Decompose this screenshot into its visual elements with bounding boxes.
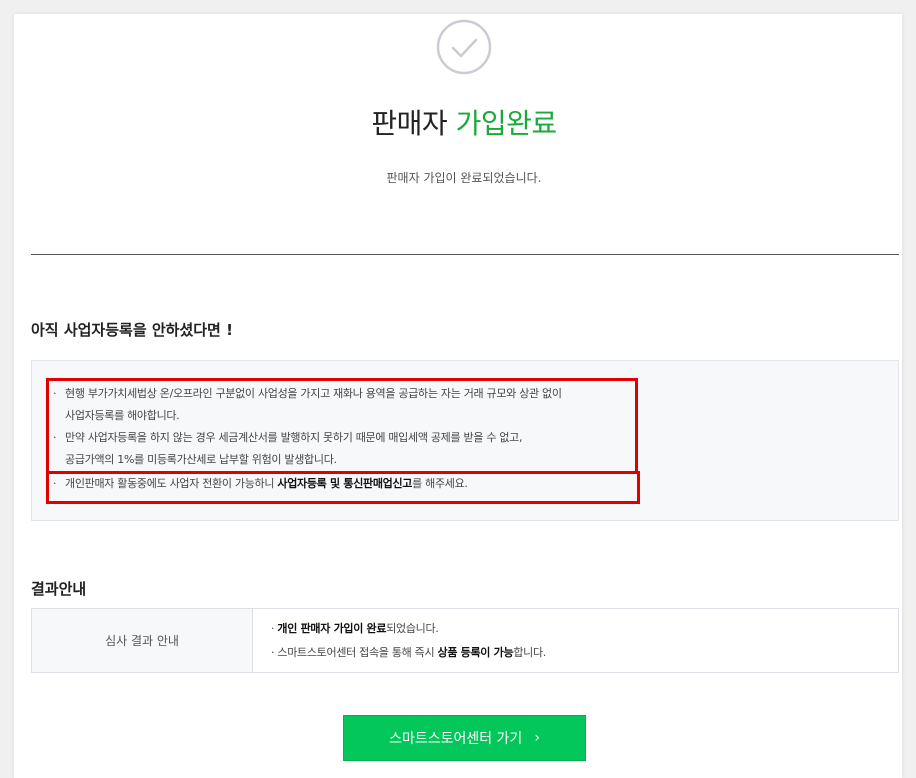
result-emphasis: 개인 판매자 가입이 완료 <box>277 622 387 635</box>
page-title: 판매자 가입완료 <box>14 102 914 142</box>
chevron-right-icon: › <box>534 730 540 746</box>
smartstore-center-button-label: 스마트스토어센터 가기 <box>389 731 523 747</box>
smartstore-center-button[interactable]: 스마트스토어센터 가기 › <box>343 715 586 761</box>
result-heading: 결과안내 <box>31 580 87 598</box>
result-text: 합니다. <box>513 646 546 659</box>
divider <box>31 254 899 255</box>
result-text: 되었습니다. <box>386 622 439 635</box>
check-circle-icon <box>436 19 492 75</box>
result-emphasis: 상품 등록이 가능 <box>437 646 514 659</box>
highlight-box <box>46 471 640 504</box>
page-title-main: 판매자 <box>371 107 448 140</box>
result-text: 스마트스토어센터 접속을 통해 즉시 <box>277 646 438 659</box>
result-row-label: 심사 결과 안내 <box>32 609 253 672</box>
result-line: · 스마트스토어센터 접속을 통해 즉시 상품 등록이 가능합니다. <box>271 641 546 665</box>
notice-heading: 아직 사업자등록을 안하셨다면 ! <box>31 321 233 339</box>
result-row-content: · 개인 판매자 가입이 완료되었습니다. · 스마트스토어센터 접속을 통해 … <box>253 609 546 672</box>
highlight-box <box>46 378 638 474</box>
signup-complete-card: 판매자 가입완료 판매자 가입이 완료되었습니다. 아직 사업자등록을 안하셨다… <box>14 14 902 778</box>
page-title-accent: 가입완료 <box>455 107 558 140</box>
page-subtitle: 판매자 가입이 완료되었습니다. <box>386 171 542 185</box>
result-line: · 개인 판매자 가입이 완료되었습니다. <box>271 617 546 641</box>
result-table: 심사 결과 안내 · 개인 판매자 가입이 완료되었습니다. · 스마트스토어센… <box>31 608 899 673</box>
